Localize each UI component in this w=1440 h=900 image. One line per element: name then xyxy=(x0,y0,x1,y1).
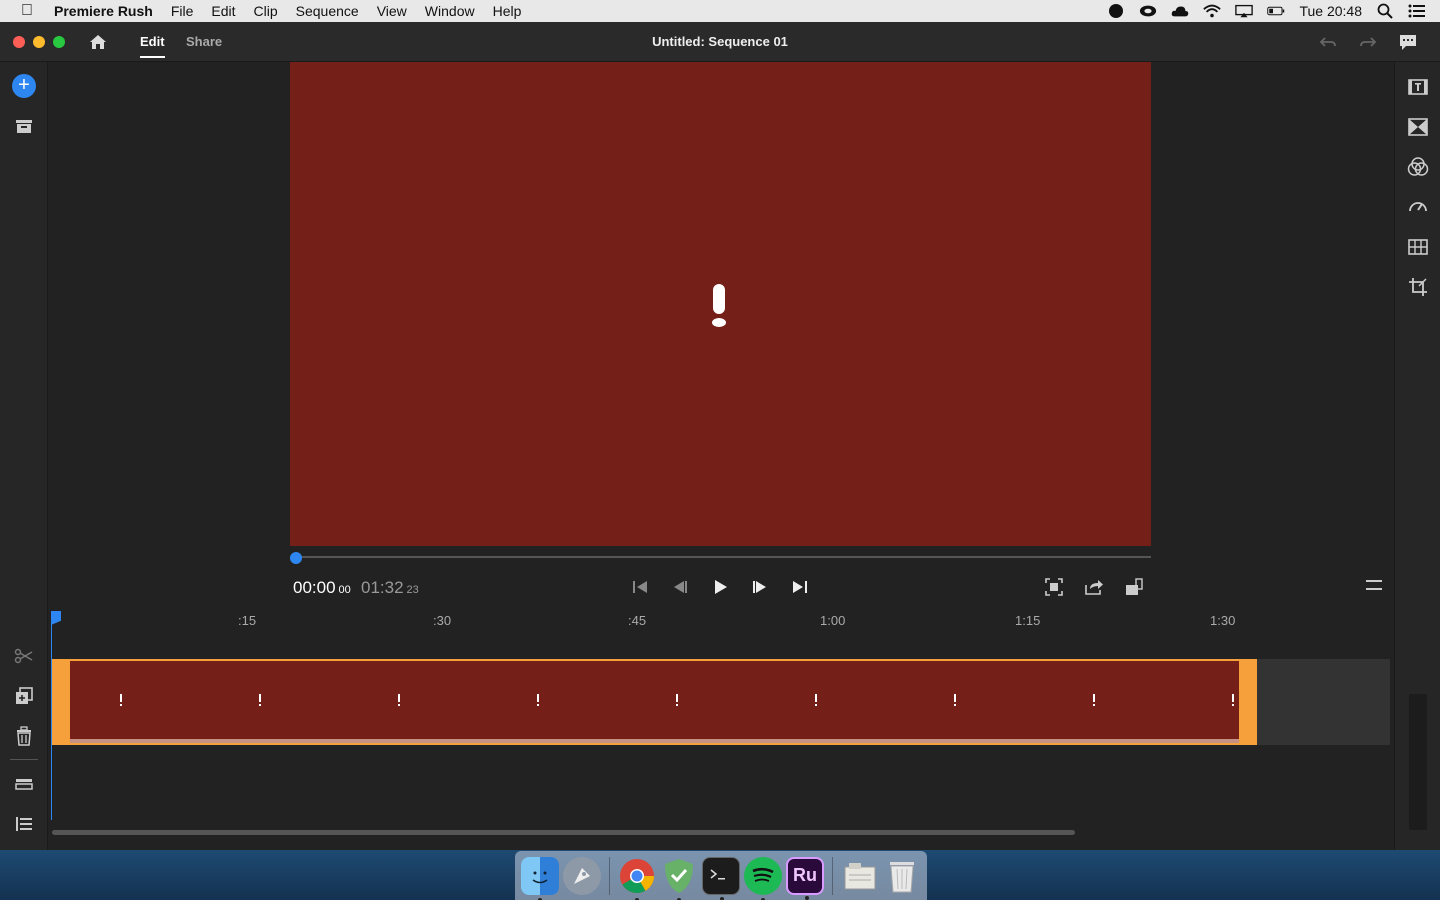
menu-file[interactable]: File xyxy=(162,3,203,19)
split-scissors-icon[interactable] xyxy=(12,644,36,668)
timeline-horizontal-scrollbar[interactable] xyxy=(52,830,1075,835)
add-media-button[interactable]: + xyxy=(12,74,36,98)
cloud-icon[interactable] xyxy=(1171,4,1189,18)
premiere-rush-icon[interactable]: Ru xyxy=(786,856,824,900)
transform-crop-icon[interactable] xyxy=(1407,276,1429,298)
menu-sequence[interactable]: Sequence xyxy=(287,3,368,19)
step-forward-icon[interactable] xyxy=(750,577,770,597)
monitor-scrub-bar[interactable] xyxy=(296,556,1151,558)
menu-bar:  Premiere Rush File Edit Clip Sequence … xyxy=(0,0,1440,22)
rail-divider xyxy=(10,759,38,760)
dock-divider xyxy=(832,856,833,895)
clip-thumbnail-mark xyxy=(259,694,261,706)
panel-scrollbar[interactable] xyxy=(1409,694,1427,830)
clip-thumbnail-mark xyxy=(815,694,817,706)
ruler-label: 1:00 xyxy=(820,613,846,628)
timeline-playhead[interactable] xyxy=(51,611,61,625)
clip-thumbnail-mark xyxy=(676,694,678,706)
export-frame-icon[interactable] xyxy=(1084,577,1104,597)
go-to-start-icon[interactable] xyxy=(630,577,650,597)
clip-trim-handle-left[interactable] xyxy=(52,659,70,745)
ruler-label: :45 xyxy=(628,613,647,628)
dock-divider xyxy=(609,856,610,895)
transitions-icon[interactable] xyxy=(1407,116,1429,138)
fullscreen-icon[interactable] xyxy=(1044,577,1064,597)
duration-frames: 23 xyxy=(406,584,419,596)
menu-window[interactable]: Window xyxy=(416,3,484,19)
duration-time: 01:32 xyxy=(361,578,404,597)
program-monitor[interactable] xyxy=(290,62,1151,546)
exclamation-icon xyxy=(713,284,725,314)
menu-app-name[interactable]: Premiere Rush xyxy=(54,3,162,19)
trash-icon[interactable] xyxy=(12,724,36,748)
ruler-label: 1:15 xyxy=(1015,613,1041,628)
chrome-icon[interactable] xyxy=(618,857,656,900)
step-back-icon[interactable] xyxy=(670,577,690,597)
clip-thumbnail-mark xyxy=(120,694,122,706)
exclamation-dot xyxy=(712,318,726,327)
aspect-ratio-icon[interactable] xyxy=(1124,577,1144,597)
redo-icon[interactable] xyxy=(1358,32,1378,52)
documents-folder-icon[interactable] xyxy=(841,857,879,895)
current-timecode: 00:00 00 xyxy=(293,578,351,598)
ruler-label: :30 xyxy=(433,613,452,628)
current-time: 00:00 xyxy=(293,578,336,597)
menu-clip[interactable]: Clip xyxy=(245,3,287,19)
color-icon[interactable] xyxy=(1407,156,1429,178)
right-toolbar xyxy=(1394,62,1440,850)
menu-edit[interactable]: Edit xyxy=(202,3,244,19)
speed-icon[interactable] xyxy=(1407,196,1429,218)
timeline-menu-icon[interactable] xyxy=(1366,580,1382,590)
creative-cloud-icon[interactable] xyxy=(1139,4,1157,18)
adguard-shield-icon[interactable] xyxy=(660,857,698,900)
timeline-list-icon[interactable] xyxy=(12,812,36,836)
clock-text[interactable]: Tue 20:48 xyxy=(1299,3,1362,19)
clip-thumbnail-mark xyxy=(954,694,956,706)
duplicate-icon[interactable] xyxy=(12,684,36,708)
trash-can-icon[interactable] xyxy=(883,857,921,895)
launchpad-icon[interactable] xyxy=(563,856,601,895)
undo-icon[interactable] xyxy=(1318,32,1338,52)
sequence-title: Untitled: Sequence 01 xyxy=(652,34,788,49)
duration-timecode: 01:32 23 xyxy=(361,578,419,598)
ruler-label: 1:30 xyxy=(1210,613,1236,628)
title-bar: Edit Share Untitled: Sequence 01 xyxy=(0,22,1440,62)
audio-icon[interactable] xyxy=(1407,236,1429,258)
clip-thumbnail-mark xyxy=(1232,694,1234,706)
dock: Ru xyxy=(515,851,927,900)
finder-icon[interactable] xyxy=(521,856,559,900)
clip-trim-handle-right[interactable] xyxy=(1239,659,1257,745)
clip-thumbnail-mark xyxy=(398,694,400,706)
premiere-rush-label: Ru xyxy=(793,865,817,885)
clip-thumbnail-mark xyxy=(1093,694,1095,706)
play-icon[interactable] xyxy=(710,577,730,597)
wifi-icon[interactable] xyxy=(1203,4,1222,18)
clip-audio-strip xyxy=(70,739,1239,743)
plus-icon: + xyxy=(12,74,36,98)
spotlight-icon[interactable] xyxy=(1376,3,1394,19)
go-to-end-icon[interactable] xyxy=(790,577,810,597)
track-controls-icon[interactable] xyxy=(12,772,36,796)
clip-thumbnail-mark xyxy=(537,694,539,706)
media-bin-icon[interactable] xyxy=(12,114,36,138)
terminal-icon[interactable] xyxy=(702,856,740,900)
feedback-icon[interactable] xyxy=(1398,32,1418,52)
left-toolbar: + xyxy=(0,62,48,850)
1password-icon[interactable] xyxy=(1107,4,1125,18)
app-window: Edit Share Untitled: Sequence 01 + 00:00… xyxy=(0,22,1440,850)
menu-view[interactable]: View xyxy=(368,3,416,19)
menu-help[interactable]: Help xyxy=(484,3,531,19)
current-frames: 00 xyxy=(338,584,351,596)
timeline-clip[interactable] xyxy=(52,659,1257,745)
apple-menu-icon[interactable]:  xyxy=(0,2,54,20)
spotify-icon[interactable] xyxy=(744,856,782,900)
titles-icon[interactable] xyxy=(1407,76,1429,98)
ruler-label: :15 xyxy=(238,613,257,628)
monitor-playhead[interactable] xyxy=(290,552,302,564)
battery-icon[interactable] xyxy=(1267,4,1285,18)
airplay-icon[interactable] xyxy=(1235,4,1254,18)
notification-center-icon[interactable] xyxy=(1408,4,1426,18)
